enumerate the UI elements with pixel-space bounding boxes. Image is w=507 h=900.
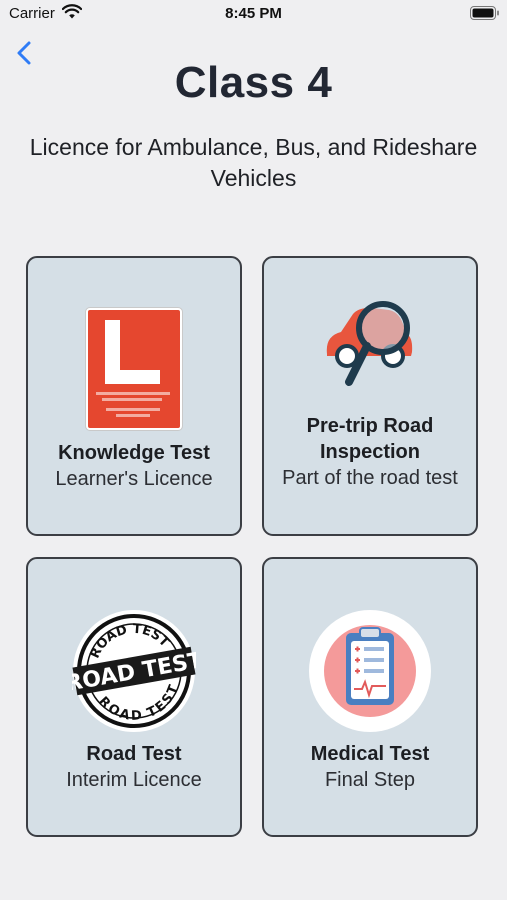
card-subtitle: Interim Licence [66,769,202,791]
pre-trip-inspection-card[interactable]: Pre-trip Road Inspection Part of the roa… [262,256,478,536]
card-subtitle: Learner's Licence [55,468,213,490]
card-subtitle: Part of the road test [282,467,458,489]
car-magnifier-icon [326,301,413,386]
knowledge-test-card[interactable]: Knowledge Test Learner's Licence [26,256,242,536]
card-title: Knowledge Test [58,442,210,464]
page-subtitle: Licence for Ambulance, Bus, and Rideshar… [29,134,478,191]
page-title: Class 4 [174,58,333,107]
card-title: Medical Test [310,743,430,765]
card-title: Road Test [86,743,182,765]
clock: 8:45 PM [225,5,282,22]
medical-test-card[interactable]: Medical Test Final Step [262,557,478,837]
card-subtitle: Final Step [324,769,416,791]
card-image: ROAD TEST ROAD TEST ROAD TEST [28,609,240,733]
medical-clipboard-icon [309,610,431,732]
road-test-card[interactable]: ROAD TEST ROAD TEST ROAD TEST Road Test … [26,557,242,837]
l-plate-icon [86,308,182,430]
card-title: Pre-trip Road Inspection [306,415,434,463]
card-image [264,609,476,733]
card-image [28,308,240,430]
status-bar: Carrier 8:45 PM [0,0,507,28]
card-image [264,294,476,394]
road-test-stamp-icon: ROAD TEST ROAD TEST ROAD TEST [72,610,196,732]
battery-icon [470,6,499,20]
